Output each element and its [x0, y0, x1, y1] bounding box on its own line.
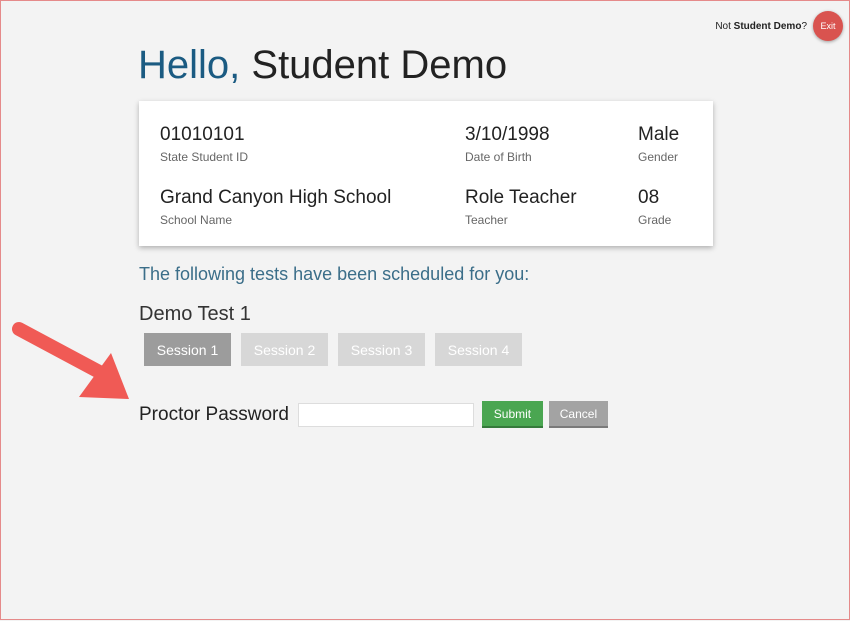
teacher-label: Teacher	[465, 213, 508, 227]
proctor-password-label: Proctor Password	[139, 403, 289, 425]
not-prefix: Not	[715, 20, 731, 32]
grade-label: Grade	[638, 213, 672, 227]
cancel-button[interactable]: Cancel	[548, 401, 608, 428]
session-4-button[interactable]: Session 4	[435, 333, 522, 366]
annotation-arrow-icon	[12, 322, 129, 399]
dob-value: 3/10/1998	[465, 124, 550, 145]
state-id-label: State Student ID	[160, 150, 249, 164]
proctor-password-row: Proctor Password Submit Cancel	[139, 401, 608, 428]
submit-button[interactable]: Submit	[481, 401, 543, 428]
current-user-name: Student Demo	[733, 20, 802, 32]
session-2-button[interactable]: Session 2	[241, 333, 328, 366]
gender-field: Male Gender	[638, 124, 679, 164]
state-id-field: 01010101 State Student ID	[160, 124, 248, 164]
dob-label: Date of Birth	[465, 150, 532, 164]
dob-field: 3/10/1998 Date of Birth	[465, 124, 550, 164]
teacher-value: Role Teacher	[465, 187, 577, 208]
teacher-field: Role Teacher Teacher	[465, 187, 577, 227]
user-bar: Not Student Demo? Exit	[715, 11, 843, 41]
scheduled-tests-heading: The following tests have been scheduled …	[139, 264, 530, 284]
session-list: Session 1 Session 2 Session 3 Session 4	[144, 333, 522, 366]
greeting-name: Student Demo	[251, 43, 508, 87]
exit-button[interactable]: Exit	[813, 11, 843, 41]
grade-field: 08 Grade	[638, 187, 671, 227]
proctor-password-input[interactable]	[297, 402, 474, 427]
greeting-hello: Hello,	[138, 43, 241, 87]
student-info-card: 01010101 State Student ID 3/10/1998 Date…	[139, 101, 713, 246]
session-3-button[interactable]: Session 3	[338, 333, 425, 366]
school-label: School Name	[160, 213, 233, 227]
test-name: Demo Test 1	[139, 303, 251, 325]
school-value: Grand Canyon High School	[160, 187, 392, 208]
gender-value: Male	[638, 124, 680, 145]
not-user-text: Not Student Demo?	[715, 21, 807, 32]
grade-value: 08	[638, 187, 660, 208]
session-1-button[interactable]: Session 1	[144, 333, 231, 366]
gender-label: Gender	[638, 150, 679, 164]
not-suffix: ?	[801, 20, 807, 32]
state-id-value: 01010101	[160, 124, 245, 145]
school-field: Grand Canyon High School School Name	[160, 187, 391, 227]
page-title: Hello, Student Demo	[138, 43, 507, 88]
